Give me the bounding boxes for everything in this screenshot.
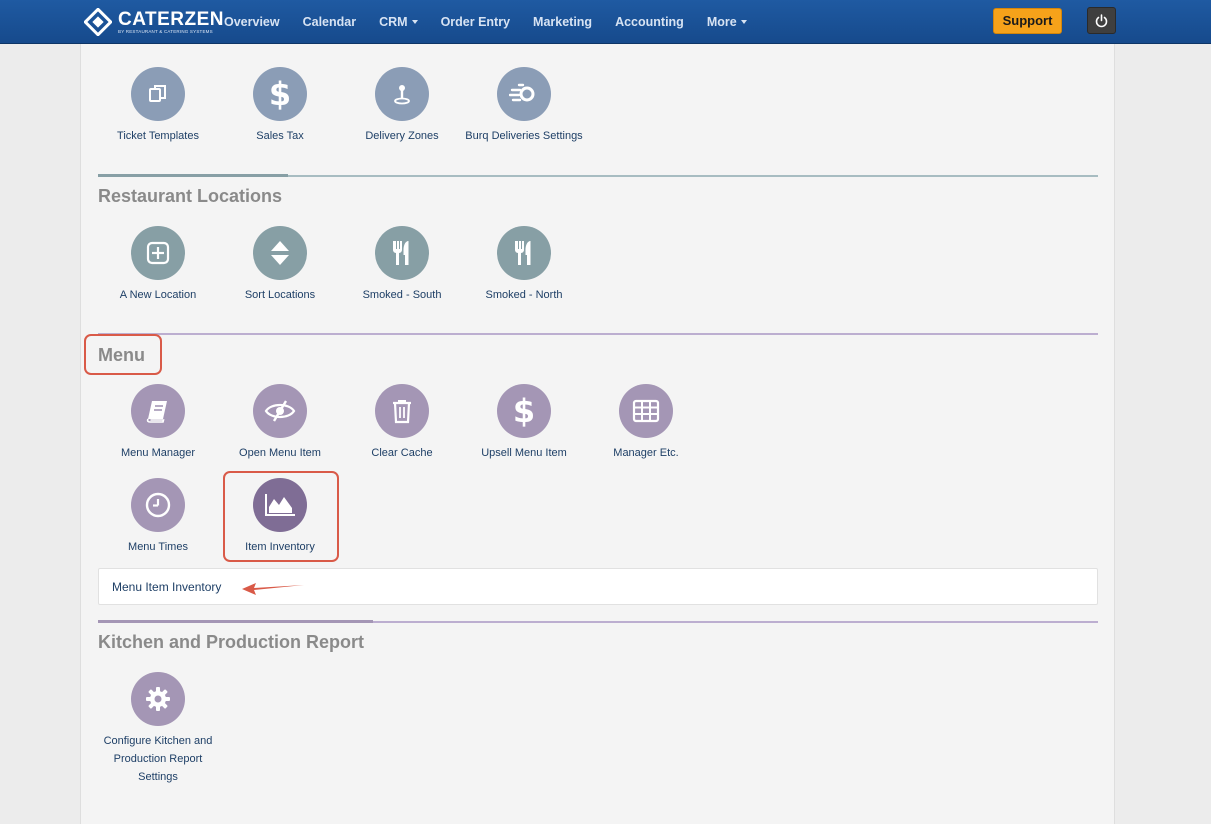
nav-accounting[interactable]: Accounting <box>615 15 684 29</box>
section-divider-accent <box>98 620 373 623</box>
logout-button[interactable] <box>1087 7 1116 34</box>
map-pin-icon <box>375 67 429 121</box>
tile-sort-locations[interactable]: Sort Locations <box>215 226 345 304</box>
main-nav: Overview Calendar CRM Order Entry Market… <box>224 0 770 44</box>
top-navbar: CATERZEN BY RESTAURANT & CATERING SYSTEM… <box>0 0 1211 44</box>
book-icon <box>131 384 185 438</box>
section-divider <box>98 174 1098 177</box>
utensils-icon <box>497 226 551 280</box>
tile-clear-cache[interactable]: Clear Cache <box>337 384 467 462</box>
nav-calendar[interactable]: Calendar <box>303 15 357 29</box>
nav-overview-label: Overview <box>224 15 280 29</box>
tile-delivery-zones[interactable]: Delivery Zones <box>337 67 467 145</box>
fast-delivery-icon <box>497 67 551 121</box>
support-button[interactable]: Support <box>993 8 1062 34</box>
tile-label: Open Menu Item <box>239 447 321 459</box>
tile-label: Manager Etc. <box>613 447 679 459</box>
eye-slash-icon <box>253 384 307 438</box>
plus-square-icon <box>131 226 185 280</box>
highlight-box <box>223 471 339 562</box>
tile-label: Upsell Menu Item <box>481 447 567 459</box>
nav-more[interactable]: More <box>707 15 747 29</box>
nav-order-entry[interactable]: Order Entry <box>441 15 510 29</box>
tile-a-new-location[interactable]: A New Location <box>93 226 223 304</box>
tile-upsell-menu-item[interactable]: $ Upsell Menu Item <box>459 384 589 462</box>
highlight-box <box>84 334 162 375</box>
caret-down-icon <box>411 20 418 24</box>
tile-open-menu-item[interactable]: Open Menu Item <box>215 384 345 462</box>
tile-label: Smoked - North <box>485 289 563 301</box>
tile-label: Sort Locations <box>244 289 316 301</box>
nav-crm[interactable]: CRM <box>379 15 418 29</box>
tile-smoked-north[interactable]: Smoked - North <box>459 226 589 304</box>
tile-menu-times[interactable]: Menu Times <box>93 478 223 556</box>
caret-down-icon <box>740 20 747 24</box>
tile-burq-deliveries-settings[interactable]: Burq Deliveries Settings <box>459 67 589 145</box>
section-divider <box>98 333 1098 335</box>
clock-icon <box>131 478 185 532</box>
arrow-annotation-icon <box>242 583 304 595</box>
copy-icon <box>131 67 185 121</box>
nav-marketing[interactable]: Marketing <box>533 15 592 29</box>
nav-calendar-label: Calendar <box>302 15 357 29</box>
tile-label: Smoked - South <box>362 289 442 301</box>
tile-ticket-templates[interactable]: Ticket Templates <box>93 67 223 145</box>
tile-manager-etc[interactable]: Manager Etc. <box>581 384 711 462</box>
menu-item-inventory-link[interactable]: Menu Item Inventory <box>112 580 221 594</box>
tile-smoked-south[interactable]: Smoked - South <box>337 226 467 304</box>
tile-configure-kitchen-report-settings[interactable]: Configure Kitchen and Production Report … <box>93 672 223 786</box>
tile-sales-tax[interactable]: $ Sales Tax <box>215 67 345 145</box>
section-title-kitchen-production-report: Kitchen and Production Report <box>98 632 365 652</box>
power-icon <box>1095 14 1108 28</box>
tile-label: A New Location <box>119 289 197 301</box>
tile-label: Menu Times <box>128 541 188 553</box>
nav-marketing-label: Marketing <box>533 15 593 29</box>
utensils-icon <box>375 226 429 280</box>
section-title-restaurant-locations: Restaurant Locations <box>98 186 283 206</box>
logo-name: CATERZEN <box>118 8 225 30</box>
nav-accounting-label: Accounting <box>615 15 684 29</box>
tile-label: Clear Cache <box>371 447 433 459</box>
sort-icon <box>253 226 307 280</box>
caterzen-logo[interactable]: CATERZEN BY RESTAURANT & CATERING SYSTEM… <box>83 7 225 37</box>
tile-label: Burq Deliveries Settings <box>465 130 583 142</box>
logo-subtitle: BY RESTAURANT & CATERING SYSTEMS <box>118 28 213 34</box>
tile-label: Ticket Templates <box>117 130 199 142</box>
dollar-icon: $ <box>253 67 307 121</box>
tile-menu-manager[interactable]: Menu Manager <box>93 384 223 462</box>
dollar-icon: $ <box>497 384 551 438</box>
nav-crm-label: CRM <box>379 15 408 29</box>
gear-icon <box>131 672 185 726</box>
nav-more-label: More <box>706 15 737 29</box>
nav-order-entry-label: Order Entry <box>440 15 511 29</box>
nav-overview[interactable]: Overview <box>224 15 280 29</box>
section-divider-accent <box>98 174 288 177</box>
logo-diamond-icon <box>83 7 113 37</box>
tile-label: Configure Kitchen and Production Report … <box>103 735 213 783</box>
trash-icon <box>375 384 429 438</box>
tile-label: Delivery Zones <box>365 130 439 142</box>
tile-label: Menu Manager <box>121 447 195 459</box>
table-icon <box>619 384 673 438</box>
section-divider <box>98 620 1098 623</box>
tile-label: Sales Tax <box>256 130 304 142</box>
